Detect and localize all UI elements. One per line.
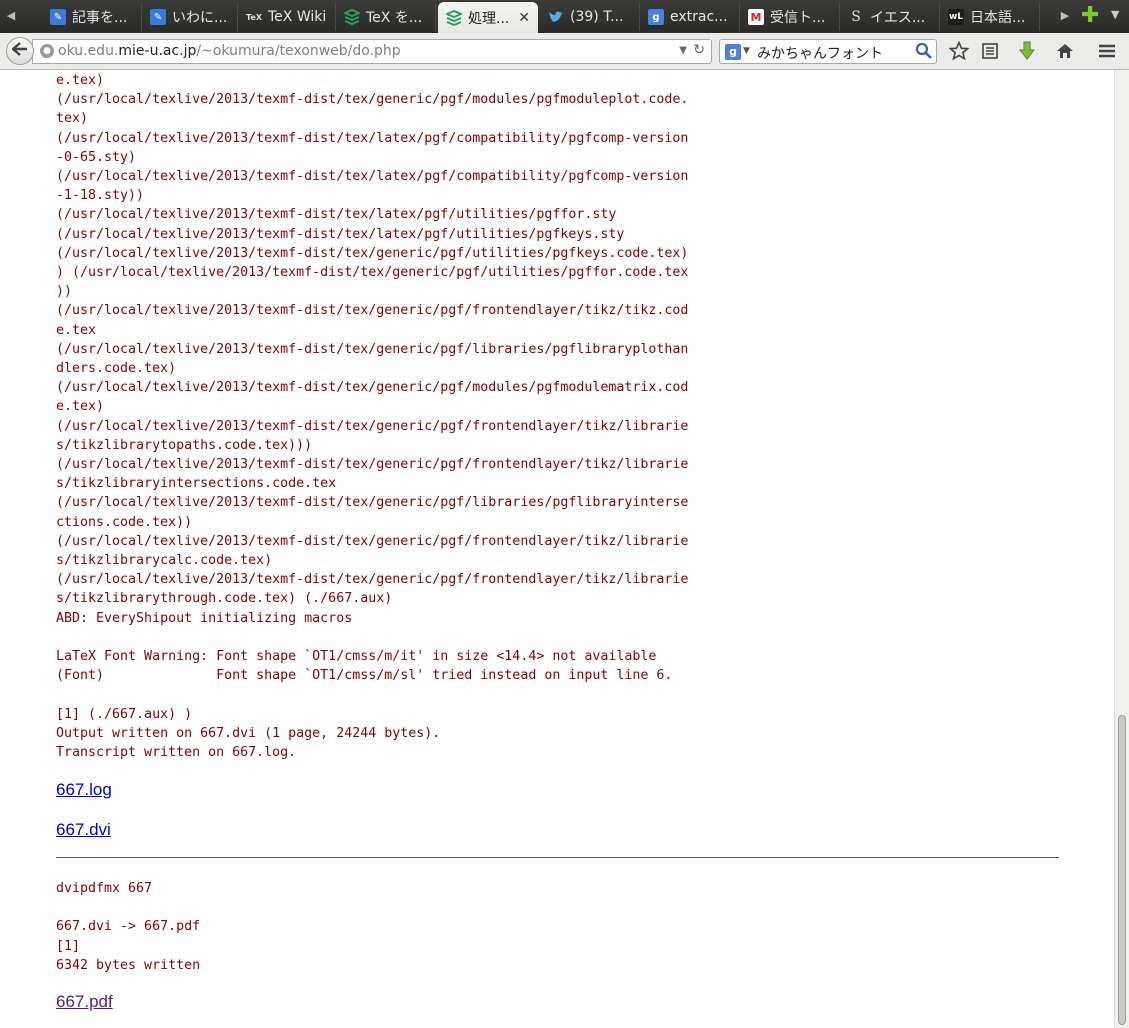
tab-label: イエス... [870,10,926,26]
url-domain: mie-u.ac.jp [118,43,197,59]
tab-0[interactable]: ✎ 記事を... [42,3,142,31]
google-icon: g [648,9,664,25]
s-icon: S [851,9,861,25]
search-engine-icon[interactable]: g [725,44,741,60]
search-icon[interactable] [915,42,933,60]
tab-label: いわに... [172,10,228,26]
downloads-icon[interactable] [1016,40,1038,62]
search-bar[interactable]: g ▼ みかちゃんフォント [719,39,937,64]
tab-strip: ◀ ✎ 記事を... ✎ いわに... TeX TeX Wiki TeX を..… [0,0,1129,33]
tex-icon: TeX [246,12,262,22]
tab-label: TeX Wiki [268,9,327,25]
tab-label: (39) T... [570,9,624,25]
bookmarks-menu-icon[interactable] [979,40,1001,62]
tab-list-icon[interactable]: ▼ [1111,8,1119,21]
tab-label: TeX を... [366,10,423,26]
scrollbar-thumb[interactable] [1118,715,1126,1025]
pdf-file-link[interactable]: 667.pdf [56,992,113,1012]
horizontal-rule [56,857,1059,858]
tab-1[interactable]: ✎ いわに... [142,3,238,31]
navigation-toolbar: ● oku.edu.mie-u.ac.jp/~okumura/texonweb/… [0,33,1129,70]
url-path: /~okumura/texonweb/do.php [196,43,401,59]
back-arrow-icon [11,41,28,61]
dvi-file-link[interactable]: 667.dvi [56,820,111,840]
tab-label: 日本語... [970,10,1026,26]
tab-9[interactable]: wL 日本語... [940,3,1040,31]
log-file-link[interactable]: 667.log [56,780,112,800]
new-tab-icon[interactable]: ✚ [1081,5,1099,27]
close-icon[interactable]: ✕ [518,10,530,26]
page-content: e.tex) (/usr/local/texlive/2013/texmf-di… [0,70,1114,1028]
edit-icon: ✎ [50,9,66,25]
tab-6[interactable]: g extrac... [640,3,740,31]
address-bar[interactable]: ● oku.edu.mie-u.ac.jp/~okumura/texonweb/… [32,39,712,64]
latex-log-output: e.tex) (/usr/local/texlive/2013/texmf-di… [56,73,689,761]
tab-scroll-right-icon[interactable]: ▶ [1056,6,1074,26]
twitter-icon [548,9,564,25]
wl-icon: wL [948,9,964,25]
tab-label: 受信ト... [770,10,826,26]
search-engine-dropdown-icon[interactable]: ▼ [743,46,750,56]
tab-4-active[interactable]: 処理... ✕ [438,2,538,33]
tab-3[interactable]: TeX を... [336,3,436,31]
back-button[interactable] [6,37,34,65]
tab-label: 処理... [468,10,510,27]
stack-icon [344,9,360,25]
gmail-icon: M [748,9,764,25]
edit-icon: ✎ [150,9,166,25]
menu-icon[interactable] [1096,40,1118,62]
url-prefix: oku.edu. [58,43,119,59]
tab-7[interactable]: M 受信ト... [740,3,840,31]
dvipdfmx-output: dvipdfmx 667 667.dvi -> 667.pdf [1] 6342… [56,881,201,973]
tab-scroll-left-icon[interactable]: ◀ [2,6,20,26]
search-input[interactable]: みかちゃんフォント [757,43,883,63]
reload-icon[interactable]: ↻ [693,42,705,58]
stack-icon [446,9,462,26]
bookmark-star-icon[interactable] [948,40,970,62]
tab-label: 記事を... [72,10,128,26]
globe-icon: ● [40,44,54,58]
tab-label: extrac... [670,9,728,25]
tab-5[interactable]: (39) T... [540,3,640,31]
url-text[interactable]: oku.edu.mie-u.ac.jp/~okumura/texonweb/do… [58,43,401,59]
home-icon[interactable] [1054,40,1076,62]
tab-2[interactable]: TeX TeX Wiki [238,3,336,31]
vertical-scrollbar[interactable] [1114,70,1129,1028]
url-history-dropdown-icon[interactable]: ▼ [679,45,687,56]
tab-8[interactable]: S イエス... [840,3,940,31]
